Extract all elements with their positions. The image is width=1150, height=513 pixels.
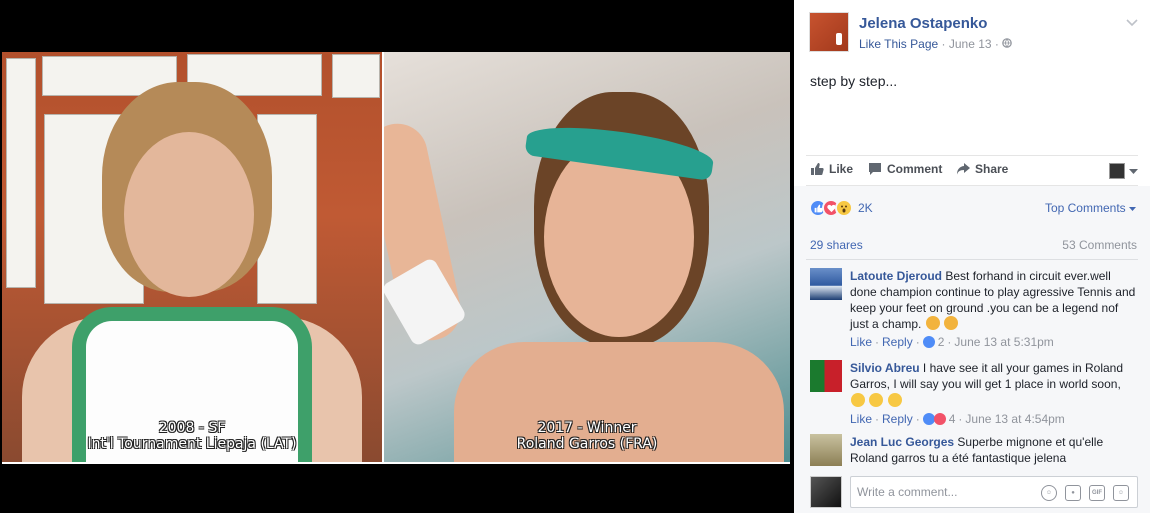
- right-caption: 2017 - Winner Roland Garros (FRA): [384, 420, 790, 452]
- separator: ·: [994, 37, 999, 51]
- caret-down-icon: [1129, 201, 1136, 215]
- comment-timestamp[interactable]: June 13 at 4:54pm: [965, 411, 1064, 427]
- separator: ·: [941, 37, 946, 51]
- comment-sort-label: Top Comments: [1044, 201, 1126, 215]
- post-subline: Like This Page · June 13 ·: [859, 37, 1013, 51]
- post-photo[interactable]: 2008 - SF Int'l Tournament Liepaja (LAT)…: [2, 52, 790, 464]
- comment-item: Silvio Abreu I have see it all your game…: [810, 360, 1138, 426]
- kiss-emoji-icon: [887, 393, 902, 407]
- dot-separator: ·: [958, 412, 963, 426]
- composer-icons: ☺ ● GIF ☺: [1041, 485, 1129, 501]
- right-caption-line2: Roland Garros (FRA): [516, 436, 658, 452]
- share-arrow-icon: [956, 162, 970, 176]
- comments-count-link[interactable]: 53 Comments: [1062, 238, 1137, 252]
- gif-icon[interactable]: GIF: [1089, 485, 1105, 501]
- emoji-icon[interactable]: ☺: [1041, 485, 1057, 501]
- bracket-sheet: [332, 54, 380, 98]
- left-caption-line1: 2008 - SF: [158, 420, 226, 436]
- share-label: Share: [975, 162, 1009, 176]
- photo-viewer: 2008 - SF Int'l Tournament Liepaja (LAT)…: [0, 0, 794, 513]
- reaction-summary[interactable]: 2K: [809, 199, 873, 217]
- comment-body: Latoute Djeroud Best forhand in circuit …: [850, 268, 1138, 350]
- post-date-link[interactable]: June 13: [949, 37, 992, 51]
- right-caption-line1: 2017 - Winner: [537, 420, 637, 436]
- like-reaction-icon: [922, 413, 935, 425]
- shares-link[interactable]: 29 shares: [810, 238, 863, 252]
- dot-separator: ·: [915, 412, 920, 426]
- like-reaction-icon: [922, 336, 935, 348]
- left-caption: 2008 - SF Int'l Tournament Liepaja (LAT): [2, 420, 382, 452]
- emoji-row: [850, 393, 1138, 409]
- post-as-selector[interactable]: [1109, 163, 1138, 179]
- page-name-link[interactable]: Jelena Ostapenko: [859, 15, 987, 32]
- post-options-chevron-icon[interactable]: [1126, 16, 1138, 30]
- caret-down-icon: [1129, 164, 1138, 178]
- comment-reaction-count[interactable]: 2: [938, 334, 945, 350]
- thumbs-up-icon: [810, 162, 824, 176]
- comment-timestamp[interactable]: June 13 at 5:31pm: [954, 334, 1053, 350]
- kiss-emoji-icon: [851, 393, 865, 407]
- comment-reply-link[interactable]: Reply: [882, 334, 913, 350]
- like-label: Like: [829, 162, 854, 176]
- post-text: step by step...: [810, 73, 898, 89]
- page-avatar[interactable]: [809, 12, 849, 52]
- comment-input-box[interactable]: ☺ ● GIF ☺: [850, 476, 1138, 508]
- comment-body: Jean Luc Georges Superbe mignone et qu'e…: [850, 434, 1138, 466]
- user-avatar[interactable]: [810, 476, 842, 508]
- user-avatar: [1109, 163, 1125, 179]
- camera-icon[interactable]: ●: [1065, 485, 1081, 501]
- share-button[interactable]: Share: [956, 162, 1008, 176]
- clap-emoji-icon: [925, 316, 940, 330]
- dot-separator: ·: [947, 335, 952, 349]
- wow-reaction-icon: [835, 199, 853, 217]
- comment-item: Jean Luc Georges Superbe mignone et qu'e…: [810, 434, 1138, 468]
- post-actions: Like Comment Share: [806, 155, 1138, 186]
- dot-separator: ·: [915, 335, 920, 349]
- comment-bubble-icon: [868, 162, 882, 176]
- comment-composer: ☺ ● GIF ☺: [810, 476, 1138, 508]
- kiss-emoji-icon: [869, 393, 884, 407]
- divider: [806, 259, 1138, 260]
- left-caption-line2: Int'l Tournament Liepaja (LAT): [87, 436, 297, 452]
- like-button[interactable]: Like: [810, 162, 853, 176]
- comment-like-link[interactable]: Like: [850, 334, 872, 350]
- commenter-name-link[interactable]: Silvio Abreu: [850, 361, 920, 375]
- comment-meta: Like · Reply · 4 · June 13 at 4:54pm: [850, 411, 1138, 427]
- commenter-avatar[interactable]: [810, 360, 842, 392]
- love-reaction-icon: [933, 413, 946, 425]
- photo-2017: 2017 - Winner Roland Garros (FRA): [384, 52, 790, 462]
- face: [124, 132, 254, 297]
- commenter-avatar[interactable]: [810, 434, 842, 466]
- comment-sort-dropdown[interactable]: Top Comments: [1045, 201, 1136, 215]
- dot-separator: ·: [875, 412, 880, 426]
- comment-button[interactable]: Comment: [868, 162, 942, 176]
- commenter-name-link[interactable]: Latoute Djeroud: [850, 269, 942, 283]
- bracket-sheet: [6, 58, 36, 288]
- comment-item: Latoute Djeroud Best forhand in circuit …: [810, 268, 1138, 352]
- sticker-icon[interactable]: ☺: [1113, 485, 1129, 501]
- comment-label: Comment: [887, 162, 943, 176]
- like-page-link[interactable]: Like This Page: [859, 37, 938, 51]
- comment-reaction-count[interactable]: 4: [949, 411, 956, 427]
- photo-2008: 2008 - SF Int'l Tournament Liepaja (LAT): [2, 52, 382, 462]
- dot-separator: ·: [875, 335, 880, 349]
- comment-reply-link[interactable]: Reply: [882, 411, 913, 427]
- comment-like-link[interactable]: Like: [850, 411, 872, 427]
- globe-icon: [1002, 37, 1013, 51]
- post-header: Jelena Ostapenko Like This Page · June 1…: [809, 12, 1138, 54]
- comment-body: Silvio Abreu I have see it all your game…: [850, 360, 1138, 427]
- clap-emoji-icon: [944, 316, 959, 330]
- commenter-avatar[interactable]: [810, 268, 842, 300]
- post-panel: Jelena Ostapenko Like This Page · June 1…: [794, 0, 1150, 513]
- comment-meta: Like · Reply · 2 · June 13 at 5:31pm: [850, 334, 1138, 350]
- commenter-name-link[interactable]: Jean Luc Georges: [850, 435, 954, 449]
- comment-input[interactable]: [857, 485, 1027, 499]
- reaction-count: 2K: [858, 201, 873, 215]
- feedback-section: 2K Top Comments 29 shares 53 Comments La…: [794, 186, 1150, 513]
